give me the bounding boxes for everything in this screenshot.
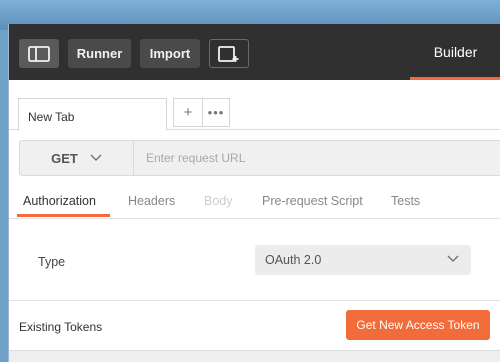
tokens-list-area [9, 350, 500, 362]
method-select[interactable]: GET [20, 141, 134, 175]
get-token-label: Get New Access Token [356, 318, 480, 332]
auth-type-label: Type [38, 255, 66, 269]
tab-body[interactable]: Body [204, 194, 233, 208]
chevron-down-icon [90, 151, 102, 165]
divider [9, 300, 500, 301]
existing-tokens-label: Existing Tokens [19, 320, 103, 334]
get-new-access-token-button[interactable]: Get New Access Token [346, 310, 490, 340]
more-tabs-button[interactable]: ••• [202, 98, 230, 127]
tab-headers[interactable]: Headers [128, 194, 175, 208]
add-tab-button[interactable]: + [173, 98, 203, 127]
request-tabs-bar: New Tab + ••• [9, 80, 500, 131]
plus-icon: + [183, 104, 193, 121]
builder-label: Builder [433, 44, 478, 60]
more-dots-icon: ••• [207, 105, 225, 120]
request-subtabs: Authorization Headers Body Pre-request S… [9, 190, 500, 218]
request-tab[interactable]: New Tab [18, 98, 167, 131]
import-label: Import [149, 46, 191, 61]
auth-type-select[interactable]: OAuth 2.0 [255, 245, 471, 275]
request-tab-label: New Tab [28, 110, 75, 124]
tab-authorization[interactable]: Authorization [23, 194, 96, 208]
request-url-input[interactable] [135, 141, 500, 175]
new-window-button[interactable] [209, 39, 249, 68]
sidebar-toggle-button[interactable] [19, 39, 59, 68]
runner-label: Runner [76, 46, 123, 61]
header-bar: Runner Import Builder [9, 24, 500, 80]
new-window-icon [218, 45, 239, 62]
auth-type-value: OAuth 2.0 [265, 253, 322, 267]
app-window: Runner Import Builder New Tab + ••• GET … [8, 24, 500, 362]
builder-tab[interactable]: Builder [410, 24, 500, 80]
method-label: GET [51, 150, 78, 166]
request-url-bar: GET [19, 140, 500, 176]
import-button[interactable]: Import [140, 39, 200, 68]
runner-button[interactable]: Runner [68, 39, 131, 68]
tab-pre-request-script[interactable]: Pre-request Script [262, 194, 363, 208]
sidebar-toggle-icon [28, 45, 50, 62]
divider [9, 218, 500, 219]
chevron-down-icon [447, 252, 459, 266]
tab-tests[interactable]: Tests [391, 194, 420, 208]
subtab-active-indicator [17, 214, 110, 217]
